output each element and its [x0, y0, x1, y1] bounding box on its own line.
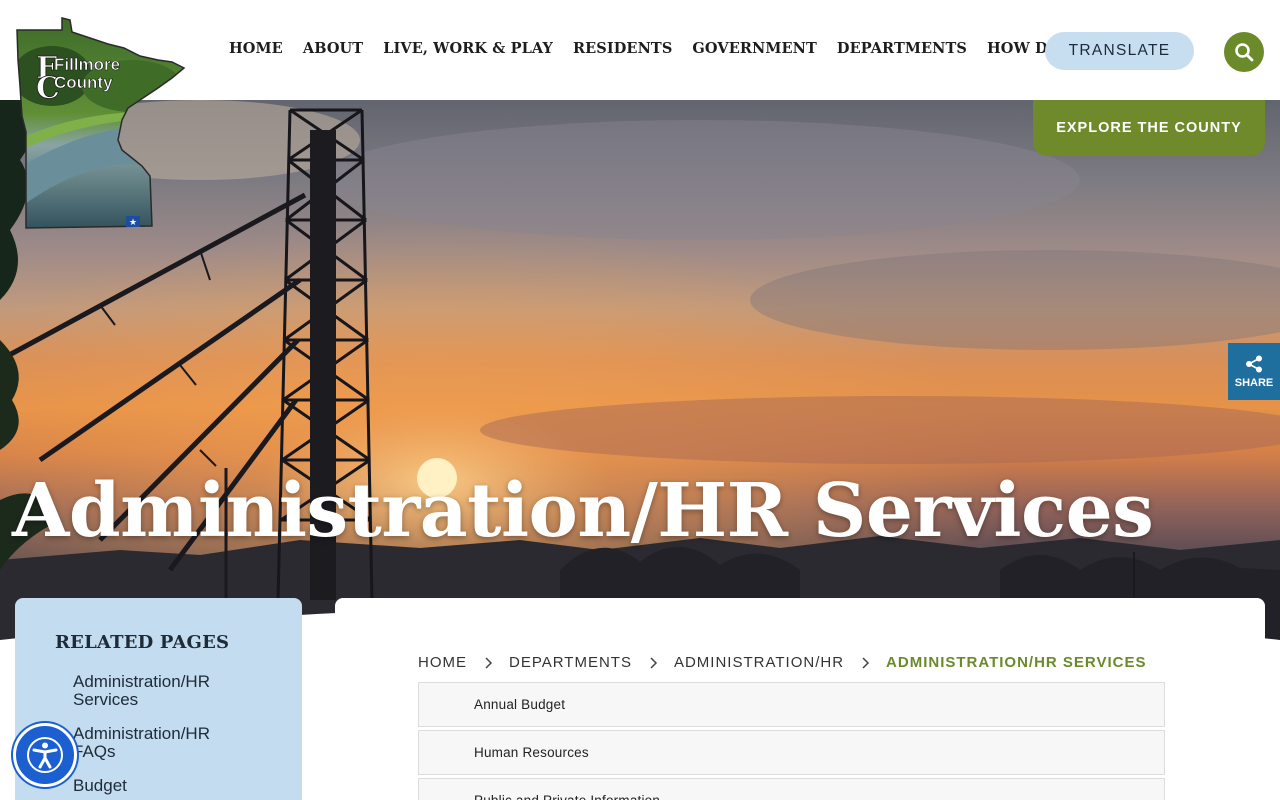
county-logo[interactable]: ★ F C Fillmore County — [12, 16, 190, 232]
search-icon — [1235, 43, 1254, 62]
nav-residents[interactable]: RESIDENTS — [563, 40, 682, 57]
list-item-annual-budget[interactable]: Annual Budget — [418, 682, 1165, 727]
breadcrumb-departments[interactable]: DEPARTMENTS — [509, 654, 632, 671]
related-link-admin-hr-faqs[interactable]: Administration/HR FAQs — [73, 725, 253, 761]
translate-button[interactable]: TRANSLATE — [1045, 32, 1194, 70]
share-label: SHARE — [1234, 376, 1274, 389]
nav-live-work-play[interactable]: LIVE, WORK & PLAY — [373, 40, 563, 57]
breadcrumb-current: ADMINISTRATION/HR SERVICES — [886, 654, 1147, 671]
nav-government[interactable]: GOVERNMENT — [682, 40, 827, 57]
logo-text-county: County — [54, 73, 113, 92]
related-link-budget[interactable]: Budget — [73, 777, 253, 795]
page-title: Administration/HR Services — [12, 468, 1154, 554]
share-button[interactable]: SHARE — [1228, 343, 1280, 400]
breadcrumb-home[interactable]: HOME — [418, 654, 467, 671]
main-content: HOME DEPARTMENTS ADMINISTRATION/HR ADMIN… — [335, 598, 1265, 800]
document-list: Annual Budget Human Resources Public and… — [418, 682, 1165, 800]
explore-county-button[interactable]: EXPLORE THE COUNTY — [1033, 100, 1265, 156]
chevron-right-icon — [650, 656, 658, 669]
nav-departments[interactable]: DEPARTMENTS — [827, 40, 977, 57]
sunset-scene-image — [0, 100, 1280, 680]
breadcrumb-administration-hr[interactable]: ADMINISTRATION/HR — [674, 654, 844, 671]
nav-about[interactable]: ABOUT — [293, 40, 373, 57]
nav-home[interactable]: HOME — [219, 40, 293, 57]
svg-text:★: ★ — [129, 218, 137, 228]
accessibility-button[interactable] — [13, 723, 77, 787]
accessibility-icon — [27, 737, 63, 773]
chevron-right-icon — [485, 656, 493, 669]
related-pages-title: RELATED PAGES — [55, 632, 230, 653]
list-item-human-resources[interactable]: Human Resources — [418, 730, 1165, 775]
chevron-right-icon — [862, 656, 870, 669]
related-link-admin-hr-services[interactable]: Administration/HR Services — [73, 673, 253, 709]
hero-banner — [0, 100, 1280, 680]
search-button[interactable] — [1224, 32, 1264, 72]
main-nav: HOME ABOUT LIVE, WORK & PLAY RESIDENTS G… — [219, 40, 1082, 57]
breadcrumb: HOME DEPARTMENTS ADMINISTRATION/HR ADMIN… — [418, 654, 1147, 671]
share-icon — [1246, 355, 1262, 372]
site-header: HOME ABOUT LIVE, WORK & PLAY RESIDENTS G… — [0, 0, 1280, 100]
logo-text-fillmore: Fillmore — [54, 55, 120, 74]
list-item-public-private-information[interactable]: Public and Private Information — [418, 778, 1165, 800]
